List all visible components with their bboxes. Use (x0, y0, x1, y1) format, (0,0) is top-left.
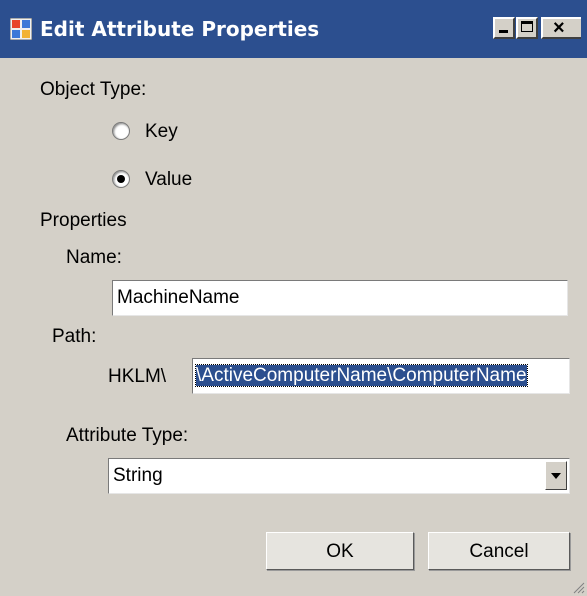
radio-key-label[interactable]: Key (145, 120, 178, 144)
maximize-icon (521, 21, 533, 32)
chevron-down-icon (551, 473, 561, 479)
radio-value[interactable] (112, 170, 130, 188)
path-prefix: HKLM\ (108, 366, 167, 387)
properties-label: Properties (40, 210, 127, 231)
title-bar[interactable]: Edit Attribute Properties × (0, 0, 587, 58)
attribute-type-value: String (113, 465, 163, 486)
close-button[interactable]: × (541, 17, 581, 39)
name-label: Name: (66, 247, 122, 268)
maximize-button[interactable] (516, 17, 538, 39)
name-input[interactable]: MachineName (112, 280, 568, 316)
window-title: Edit Attribute Properties (40, 17, 320, 41)
radio-selected-dot (117, 175, 125, 183)
app-icon (10, 18, 32, 40)
attribute-type-label: Attribute Type: (66, 425, 189, 446)
minimize-button[interactable] (493, 17, 515, 39)
path-value: \ActiveComputerName\ComputerName (195, 364, 528, 387)
attribute-type-select[interactable]: String (108, 458, 570, 494)
edit-attribute-dialog: Edit Attribute Properties × Object Type:… (0, 0, 587, 596)
dropdown-button[interactable] (545, 461, 567, 490)
cancel-button[interactable]: Cancel (428, 532, 570, 570)
resize-grip-icon[interactable] (571, 580, 585, 594)
radio-value-label[interactable]: Value (145, 168, 192, 192)
path-input[interactable]: \ActiveComputerName\ComputerName (192, 358, 570, 394)
close-icon: × (553, 17, 565, 39)
path-label: Path: (52, 326, 97, 347)
ok-button[interactable]: OK (266, 532, 414, 570)
object-type-label: Object Type: (40, 79, 147, 100)
radio-key[interactable] (112, 122, 130, 140)
name-value: MachineName (117, 287, 240, 308)
minimize-icon (499, 30, 508, 33)
